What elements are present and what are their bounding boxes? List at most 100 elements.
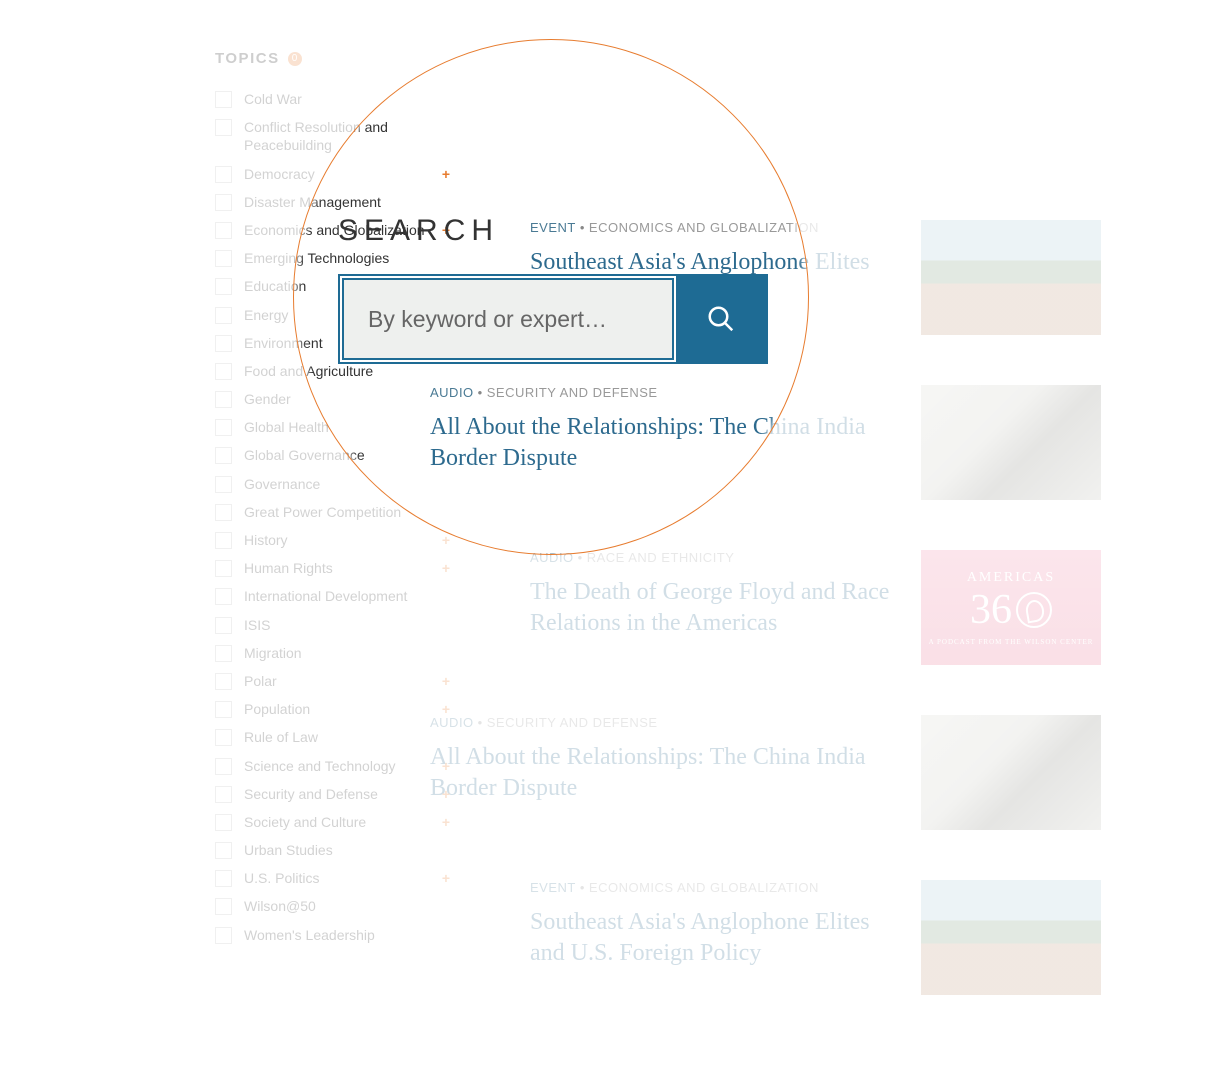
dot-separator-icon: • [580,880,585,895]
expand-icon[interactable]: + [442,532,450,548]
topic-checkbox[interactable] [215,814,232,831]
topic-label: Cold War [244,90,302,108]
result-card[interactable]: EVENT•ECONOMICS AND GLOBALIZATIONSouthea… [530,880,1101,995]
topic-label: Polar [244,672,277,690]
topic-row[interactable]: U.S. Politics+ [215,864,450,892]
result-thumbnail[interactable] [921,715,1101,830]
expand-icon[interactable]: + [442,560,450,576]
topic-row[interactable]: Governance [215,470,450,498]
search-input[interactable] [368,306,648,333]
topic-label: Rule of Law [244,728,318,746]
topic-checkbox[interactable] [215,786,232,803]
topic-checkbox[interactable] [215,391,232,408]
topic-row[interactable]: Global Governance [215,441,450,469]
expand-icon[interactable]: + [442,673,450,689]
result-title[interactable]: Southeast Asia's Anglophone Elites and U… [530,907,901,969]
result-thumbnail[interactable] [921,385,1101,500]
topic-row[interactable]: Polar + [215,667,450,695]
topic-checkbox[interactable] [215,842,232,859]
topic-checkbox[interactable] [215,588,232,605]
topic-checkbox[interactable] [215,419,232,436]
search-button[interactable] [676,276,766,362]
topic-row[interactable]: Women's Leadership [215,921,450,949]
topic-checkbox[interactable] [215,307,232,324]
topic-checkbox[interactable] [215,363,232,380]
result-thumbnail[interactable] [921,880,1101,995]
topic-checkbox[interactable] [215,278,232,295]
topic-row[interactable]: International Development [215,582,450,610]
topic-checkbox[interactable] [215,476,232,493]
topic-label: Security and Defense [244,785,378,803]
topic-checkbox[interactable] [215,119,232,136]
topic-checkbox[interactable] [215,673,232,690]
expand-icon[interactable]: + [442,870,450,886]
topic-label: Wilson@50 [244,897,316,915]
topic-checkbox[interactable] [215,250,232,267]
topic-row[interactable]: Society and Culture+ [215,808,450,836]
expand-icon[interactable]: + [442,166,450,182]
topic-label: Gender [244,390,291,408]
result-card[interactable]: AUDIO•RACE AND ETHNICITYThe Death of Geo… [530,550,1101,665]
topic-label: Education [244,277,306,295]
topic-checkbox[interactable] [215,758,232,775]
topic-row[interactable]: Gender [215,385,450,413]
topic-row[interactable]: ISIS [215,611,450,639]
topic-checkbox[interactable] [215,729,232,746]
topic-checkbox[interactable] [215,870,232,887]
topic-checkbox[interactable] [215,645,232,662]
topic-checkbox[interactable] [215,701,232,718]
topic-checkbox[interactable] [215,166,232,183]
result-title[interactable]: All About the Relationships: The China I… [430,412,901,474]
topic-checkbox[interactable] [215,532,232,549]
expand-icon[interactable]: + [442,814,450,830]
topic-checkbox[interactable] [215,560,232,577]
topic-row[interactable]: Great Power Competition [215,498,450,526]
result-body: EVENT•ECONOMICS AND GLOBALIZATIONSouthea… [530,880,901,995]
dot-separator-icon: • [578,550,583,565]
topic-checkbox[interactable] [215,927,232,944]
result-card[interactable]: AUDIO•SECURITY AND DEFENSE All About the … [430,385,1101,500]
topic-row[interactable]: Human Rights+ [215,554,450,582]
result-thumbnail[interactable] [921,220,1101,335]
topic-row[interactable]: Conflict Resolution and Peacebuilding [215,113,450,159]
result-title[interactable]: All About the Relationships: The China I… [430,742,901,804]
topic-checkbox[interactable] [215,617,232,634]
topic-row[interactable]: Democracy + [215,160,450,188]
globe-icon [1016,592,1052,628]
topic-checkbox[interactable] [215,898,232,915]
result-topic: ECONOMICS AND GLOBALIZATION [589,880,819,895]
topic-row[interactable]: Rule of Law [215,723,450,751]
topic-row[interactable]: Security and Defense + [215,780,450,808]
topic-row[interactable]: Disaster Management [215,188,450,216]
expand-icon[interactable]: + [442,786,450,802]
topic-checkbox[interactable] [215,91,232,108]
topic-checkbox[interactable] [215,222,232,239]
dot-separator-icon: • [478,385,483,400]
search-input-wrap [342,278,674,360]
topic-checkbox[interactable] [215,335,232,352]
topic-label: Science and Technology [244,757,396,775]
topic-row[interactable]: Migration [215,639,450,667]
topic-row[interactable]: Cold War [215,85,450,113]
topic-label: Urban Studies [244,841,333,859]
topic-row[interactable]: Urban Studies [215,836,450,864]
topic-row[interactable]: Population+ [215,695,450,723]
result-thumbnail[interactable]: AMERICAS36A PODCAST FROM THE WILSON CENT… [921,550,1101,665]
topic-checkbox[interactable] [215,194,232,211]
topic-checkbox[interactable] [215,504,232,521]
topic-label: Global Governance [244,446,365,464]
result-title[interactable]: The Death of George Floyd and Race Relat… [530,577,901,639]
topic-row[interactable]: History+ [215,526,450,554]
result-card[interactable]: AUDIO•SECURITY AND DEFENSEAll About the … [430,715,1101,830]
expand-icon[interactable]: + [442,701,450,717]
topic-label: Environment [244,334,323,352]
topic-row[interactable]: Global Health [215,413,450,441]
result-meta: AUDIO•SECURITY AND DEFENSE [430,385,901,400]
topic-row[interactable]: Wilson@50 [215,892,450,920]
topic-label: Democracy [244,165,315,183]
result-body: AUDIO•SECURITY AND DEFENSEAll About the … [430,715,901,830]
expand-icon[interactable]: + [442,758,450,774]
topic-checkbox[interactable] [215,447,232,464]
topic-row[interactable]: Science and Technology + [215,752,450,780]
result-body: AUDIO•RACE AND ETHNICITYThe Death of Geo… [530,550,901,665]
